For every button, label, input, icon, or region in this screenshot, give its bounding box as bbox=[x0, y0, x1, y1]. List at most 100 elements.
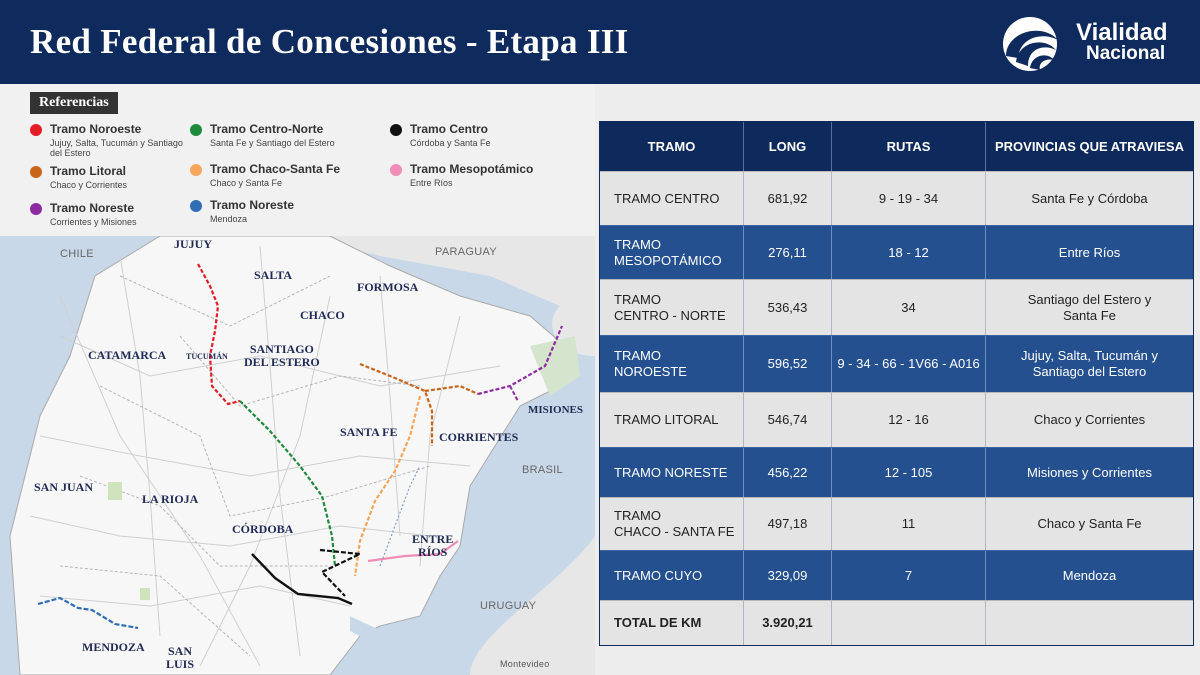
province-label: FORMOSA bbox=[357, 280, 419, 294]
legend-dot bbox=[30, 166, 42, 178]
legend-dot bbox=[190, 200, 202, 212]
page-title: Red Federal de Concesiones - Etapa III bbox=[30, 22, 629, 61]
legend-sub: Córdoba y Santa Fe bbox=[410, 138, 491, 148]
long-cell: 596,52 bbox=[744, 336, 832, 392]
table-row: TRAMO CENTRO - NORTE 536,43 34 Santiago d… bbox=[600, 279, 1193, 335]
legend-dot bbox=[190, 124, 202, 136]
table-row: TRAMO CENTRO 681,92 9 - 19 - 34 Santa Fe… bbox=[600, 171, 1193, 225]
tramo-cell: TRAMO MESOPOTÁMICO bbox=[600, 226, 744, 279]
table-row: TRAMO MESOPOTÁMICO 276,11 18 - 12 Entre R… bbox=[600, 225, 1193, 279]
country-label-chile: CHILE bbox=[60, 248, 94, 260]
legend-dot bbox=[30, 203, 42, 215]
long-cell: 329,09 bbox=[744, 551, 832, 600]
table-header-cell: RUTAS bbox=[832, 122, 986, 171]
tramo-cell: TRAMO NOROESTE bbox=[600, 336, 744, 392]
routes-table: TRAMO LONG RUTAS PROVINCIAS QUE ATRAVIES… bbox=[599, 121, 1194, 646]
legend-dot bbox=[30, 124, 42, 136]
legend-sub: Mendoza bbox=[210, 214, 248, 224]
legend-dot bbox=[390, 124, 402, 136]
tramo-cell: TRAMO CUYO bbox=[600, 551, 744, 600]
route-map: CHILE PARAGUAY BRASIL URUGUAY Montevideo… bbox=[0, 236, 595, 675]
total-empty-cell bbox=[832, 601, 986, 645]
river-plate bbox=[350, 616, 470, 675]
province-label: ENTRE RÍOS bbox=[412, 532, 454, 559]
long-cell: 546,74 bbox=[744, 393, 832, 447]
legend-sub: Santa Fe y Santiago del Estero bbox=[210, 138, 335, 148]
province-label: CATAMARCA bbox=[88, 348, 167, 362]
province-label: SALTA bbox=[254, 268, 293, 282]
legend-sub: Corrientes y Misiones bbox=[50, 217, 137, 227]
long-cell: 497,18 bbox=[744, 498, 832, 550]
table-row: TRAMO LITORAL 546,74 12 - 16 Chaco y Cor… bbox=[600, 392, 1193, 447]
legend-name: Tramo Centro-Norte bbox=[210, 122, 324, 136]
legend-name: Tramo Noreste bbox=[210, 198, 295, 212]
provincias-cell: Chaco y Santa Fe bbox=[1037, 516, 1142, 531]
tramo-cell: TRAMO CHACO - SANTA FE bbox=[600, 498, 744, 550]
long-cell: 536,43 bbox=[744, 280, 832, 335]
tramo-cell: TRAMO LITORAL bbox=[600, 393, 744, 447]
province-label: TUCUMÁN bbox=[186, 352, 228, 361]
long-cell: 681,92 bbox=[744, 172, 832, 225]
table-header-cell: TRAMO bbox=[600, 122, 744, 171]
province-label: SAN JUAN bbox=[34, 480, 94, 494]
provincias-cell: Santiago del Estero y Santa Fe bbox=[1027, 291, 1152, 323]
legend-name: Tramo Litoral bbox=[50, 164, 127, 178]
legend-sub: Jujuy, Salta, Tucumán y Santiago del Est… bbox=[50, 138, 183, 158]
table-total-row: TOTAL DE KM 3.920,21 bbox=[600, 600, 1193, 645]
rutas-cell: 11 bbox=[832, 498, 986, 550]
legend-name: Tramo Centro bbox=[410, 122, 489, 136]
rutas-cell: 12 - 105 bbox=[832, 448, 986, 497]
tramo-cell: TRAMO NORESTE bbox=[600, 448, 744, 497]
province-label: SAN LUIS bbox=[166, 644, 195, 671]
rutas-cell: 12 - 16 bbox=[832, 393, 986, 447]
rutas-cell: 9 - 19 - 34 bbox=[832, 172, 986, 225]
park-area bbox=[140, 588, 150, 600]
legend-dot bbox=[390, 164, 402, 176]
table-header-cell: PROVINCIAS QUE ATRAVIESA bbox=[994, 138, 1184, 154]
province-label: JUJUY bbox=[174, 237, 212, 251]
table-row: TRAMO NOROESTE 596,52 9 - 34 - 66 - 1V66 … bbox=[600, 335, 1193, 392]
tramo-cell: TRAMO CENTRO bbox=[600, 172, 744, 225]
table-row: TRAMO NORESTE 456,22 12 - 105 Misiones y… bbox=[600, 447, 1193, 497]
province-label: SANTIAGO DEL ESTERO bbox=[244, 342, 320, 369]
legend-title: Referencias bbox=[30, 92, 118, 114]
provincias-cell: Chaco y Corrientes bbox=[1033, 412, 1146, 427]
table-row: TRAMO CHACO - SANTA FE 497,18 11 Chaco y … bbox=[600, 497, 1193, 550]
legend-dot bbox=[190, 164, 202, 176]
rutas-cell: 7 bbox=[832, 551, 986, 600]
tramo-cell: TRAMO CENTRO - NORTE bbox=[600, 280, 744, 335]
province-label: SANTA FE bbox=[340, 425, 398, 439]
provincias-cell: Mendoza bbox=[1062, 567, 1117, 583]
total-value: 3.920,21 bbox=[744, 601, 832, 645]
legend-name: Tramo Chaco-Santa Fe bbox=[210, 162, 341, 176]
vialidad-swirl-icon bbox=[1003, 17, 1058, 71]
province-label: MISIONES bbox=[528, 404, 584, 416]
province-label: MENDOZA bbox=[82, 640, 145, 654]
long-cell: 456,22 bbox=[744, 448, 832, 497]
park-area bbox=[108, 482, 122, 500]
long-cell: 276,11 bbox=[744, 226, 832, 279]
table-header-cell: LONG bbox=[744, 122, 832, 171]
legend-sub: Chaco y Corrientes bbox=[50, 180, 128, 190]
provincias-cell: Jujuy, Salta, Tucumán y Santiago del Este… bbox=[1020, 348, 1159, 379]
table-row: TRAMO CUYO 329,09 7 Mendoza bbox=[600, 550, 1193, 600]
country-label-uruguay: URUGUAY bbox=[480, 600, 537, 612]
province-label: CÓRDOBA bbox=[232, 522, 294, 536]
country-label-brasil: BRASIL bbox=[522, 464, 563, 476]
province-label: CORRIENTES bbox=[439, 430, 519, 444]
legend-name: Tramo Mesopotámico bbox=[410, 162, 534, 176]
legend-sub: Chaco y Santa Fe bbox=[210, 178, 283, 188]
country-label-paraguay: PARAGUAY bbox=[435, 246, 497, 258]
logo-text: Vialidad Nacional bbox=[1076, 21, 1168, 65]
logo-line2: Nacional bbox=[1086, 43, 1166, 64]
province-label: LA RIOJA bbox=[142, 492, 199, 506]
legend-name: Tramo Noroeste bbox=[50, 122, 142, 136]
header-bar: Red Federal de Concesiones - Etapa III V… bbox=[0, 0, 1200, 84]
total-label: TOTAL DE KM bbox=[600, 601, 744, 645]
vialidad-logo: Vialidad Nacional bbox=[992, 14, 1192, 74]
rutas-cell: 34 bbox=[832, 280, 986, 335]
table-header-row: TRAMO LONG RUTAS PROVINCIAS QUE ATRAVIES… bbox=[600, 122, 1193, 171]
rutas-cell: 18 - 12 bbox=[832, 226, 986, 279]
province-label: CHACO bbox=[300, 308, 345, 322]
provincias-cell: Misiones y Corrientes bbox=[1027, 464, 1152, 480]
